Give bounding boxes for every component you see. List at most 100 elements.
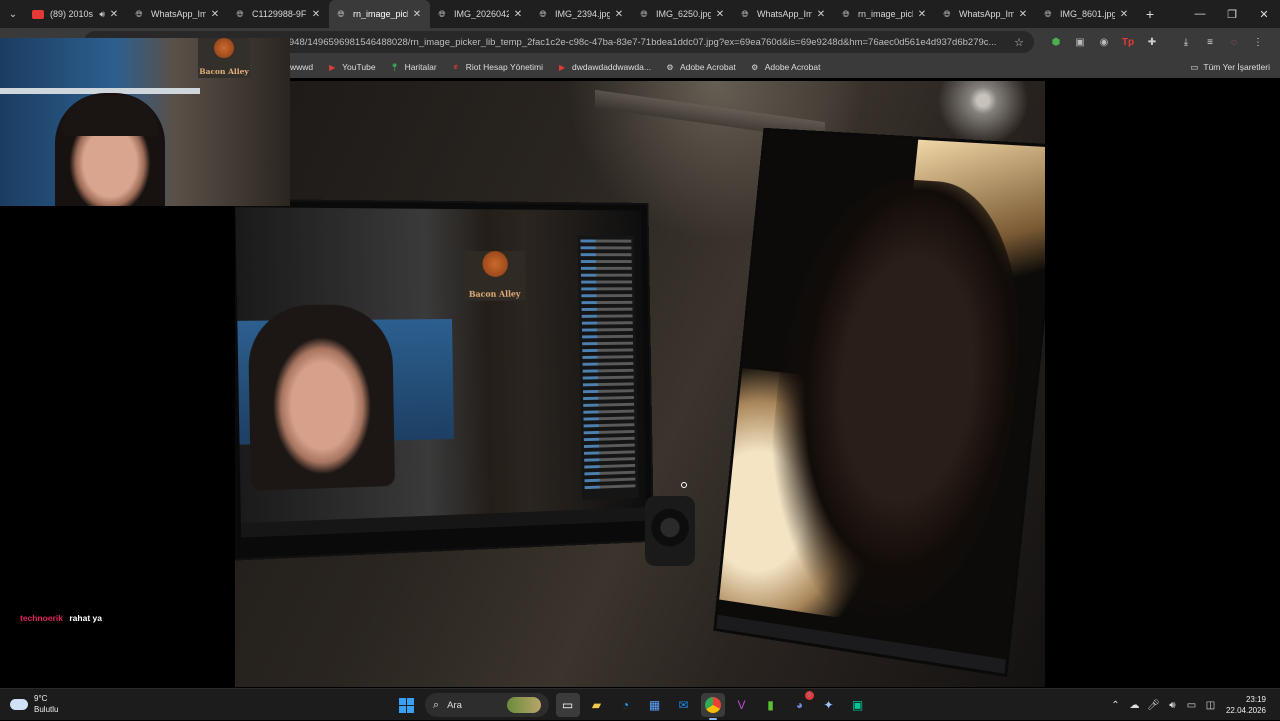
bookmark-label: dwdawdaddwawda... bbox=[572, 62, 651, 72]
notepad-plus-icon[interactable]: ▮ bbox=[759, 693, 783, 717]
display-icon[interactable]: ◫ bbox=[1201, 700, 1220, 711]
tab-title: rn_image_picke bbox=[353, 9, 408, 19]
game-launcher-icon[interactable]: ✦ bbox=[817, 693, 841, 717]
tab-search-button[interactable]: ⌄ bbox=[0, 0, 26, 28]
close-window-button[interactable]: ✕ bbox=[1248, 0, 1280, 28]
all-bookmarks-label: Tüm Yer İşaretleri bbox=[1203, 62, 1270, 72]
globe-icon: 🌐︎ bbox=[739, 8, 751, 20]
taskbar-search-label: Ara bbox=[447, 700, 462, 711]
browser-tab[interactable]: 🌐︎ WhatsApp_Ima✕ bbox=[935, 0, 1036, 28]
windows-taskbar: 9°C Bulutlu ⌕ Ara ▭ ▰ ◔ ▦ ✉ V ▮ ◕ 9 ✦ ▣ … bbox=[0, 688, 1280, 720]
webcam-overlay: Bacon Alley bbox=[0, 38, 290, 206]
folder-icon: ▭ bbox=[1190, 62, 1198, 73]
download-icon[interactable]: ⤓ bbox=[1174, 31, 1198, 53]
taskbar-search[interactable]: ⌕ Ara bbox=[425, 693, 549, 717]
tab-close-icon[interactable]: ✕ bbox=[612, 9, 626, 20]
tab-close-icon[interactable]: ✕ bbox=[1117, 9, 1131, 20]
bookmark-label: YouTube bbox=[342, 62, 375, 72]
all-bookmarks-button[interactable]: ▭ Tüm Yer İşaretleri bbox=[1190, 56, 1270, 78]
bookmark-label: Haritalar bbox=[405, 62, 437, 72]
tab-close-icon[interactable]: ✕ bbox=[1016, 9, 1030, 20]
new-tab-button[interactable]: + bbox=[1137, 6, 1163, 22]
browser-tab[interactable]: 🌐︎ rn_image_picke✕ bbox=[329, 0, 430, 28]
tab-title: WhatsApp_Ima bbox=[959, 9, 1014, 19]
bookmark-item[interactable]: 📍︎ Haritalar bbox=[390, 62, 437, 72]
tab-close-icon[interactable]: ✕ bbox=[915, 9, 929, 20]
browser-tab[interactable]: 🌐︎ IMG_6250.jpg ✕ bbox=[632, 0, 733, 28]
file-explorer-icon[interactable]: ▰ bbox=[585, 693, 609, 717]
browser-tab[interactable]: 🌐︎ WhatsApp_Ima✕ bbox=[733, 0, 834, 28]
chat-message-text: rahat ya bbox=[69, 613, 102, 623]
tab-close-icon[interactable]: ✕ bbox=[208, 9, 222, 20]
bookmark-item[interactable]: wwwd bbox=[290, 62, 313, 72]
tab-close-icon[interactable]: ✕ bbox=[107, 9, 121, 20]
alien-wallpaper bbox=[756, 172, 1036, 636]
browser-tab[interactable]: 🌐︎ rn_image_picke✕ bbox=[834, 0, 935, 28]
reading-list-icon[interactable]: ≡ bbox=[1198, 31, 1222, 53]
bookmark-item[interactable]: ⚙ Adobe Acrobat bbox=[750, 62, 821, 72]
bookmark-item[interactable]: ✊︎ Riot Hesap Yönetimi bbox=[451, 62, 543, 72]
tab-title: C1129988-9FB bbox=[252, 9, 307, 19]
system-clock[interactable]: 23:19 22.04.2026 bbox=[1226, 694, 1266, 716]
browser-tab[interactable]: 🌐︎ C1129988-9FB ✕ bbox=[228, 0, 329, 28]
displayed-photo[interactable]: Bacon Alley bbox=[235, 81, 1045, 687]
task-view-icon[interactable]: ▭ bbox=[556, 693, 580, 717]
chat-username: technoerik bbox=[20, 613, 63, 623]
profile-icon[interactable]: ◌ bbox=[1222, 31, 1246, 53]
browser-tab[interactable]: 🌐︎ IMG_8601.jpg ✕ bbox=[1036, 0, 1137, 28]
browser-tab[interactable]: (89) 2010s 🔊︎ ✕ bbox=[26, 0, 127, 28]
discord-badge: 9 bbox=[805, 691, 814, 700]
microphone-icon[interactable]: 🎤︎ bbox=[1144, 700, 1163, 711]
browser-tab[interactable]: 🌐︎ IMG_20260422✕ bbox=[430, 0, 531, 28]
bacon-alley-logo: Bacon Alley bbox=[463, 251, 526, 301]
edge-icon[interactable]: ◔ bbox=[614, 693, 638, 717]
weather-widget[interactable]: 9°C Bulutlu bbox=[10, 693, 58, 715]
tab-close-icon[interactable]: ✕ bbox=[814, 9, 828, 20]
onedrive-icon[interactable]: ☁ bbox=[1125, 700, 1144, 711]
globe-icon: 🌐︎ bbox=[335, 8, 347, 20]
bookmark-item[interactable]: ▶ YouTube bbox=[327, 62, 375, 72]
youtube-icon: ▶ bbox=[327, 62, 337, 72]
globe-icon: 🌐︎ bbox=[1042, 8, 1054, 20]
menu-kebab-icon[interactable]: ⋮ bbox=[1246, 31, 1270, 53]
tab-title: (89) 2010s bbox=[50, 9, 96, 19]
tray-overflow-icon[interactable]: ⌃ bbox=[1106, 700, 1125, 711]
browser-tab[interactable]: 🌐︎ WhatsApp_Ima✕ bbox=[127, 0, 228, 28]
outlook-icon[interactable]: ✉ bbox=[672, 693, 696, 717]
discord-icon[interactable]: ◕ 9 bbox=[788, 693, 812, 717]
start-button[interactable] bbox=[395, 693, 419, 717]
restore-button[interactable]: ❐ bbox=[1216, 0, 1248, 28]
mouse-cursor bbox=[681, 482, 687, 488]
vegas-icon[interactable]: V bbox=[730, 693, 754, 717]
bookmark-label: Adobe Acrobat bbox=[680, 62, 736, 72]
speaker-volume-icon[interactable]: 🔊︎ bbox=[1163, 700, 1182, 711]
tp-extension-icon[interactable]: Tp bbox=[1116, 31, 1140, 53]
browser-tab[interactable]: 🌐︎ IMG_2394.jpg ✕ bbox=[531, 0, 632, 28]
ublock-extension-icon[interactable]: ◉ bbox=[1092, 31, 1116, 53]
extensions-puzzle-icon[interactable]: ✚ bbox=[1140, 31, 1164, 53]
tab-audio-icon[interactable]: 🔊︎ bbox=[99, 9, 105, 20]
bookmark-star-icon[interactable]: ☆ bbox=[1014, 36, 1024, 49]
bookmark-item[interactable]: ⚙ Adobe Acrobat bbox=[665, 62, 736, 72]
tab-close-icon[interactable]: ✕ bbox=[511, 9, 525, 20]
chandelier bbox=[923, 81, 1043, 146]
weather-desc: Bulutlu bbox=[34, 704, 58, 715]
left-monitor-taskbar bbox=[241, 507, 646, 537]
webcam-headphones bbox=[62, 96, 158, 136]
bookmark-item[interactable]: ▶ dwdawdaddwawda... bbox=[557, 62, 651, 72]
extension-icon[interactable]: ▣ bbox=[1068, 31, 1092, 53]
tab-title: WhatsApp_Ima bbox=[757, 9, 812, 19]
window-controls: — ❐ ✕ bbox=[1184, 0, 1280, 28]
tab-close-icon[interactable]: ✕ bbox=[713, 9, 727, 20]
minimize-button[interactable]: — bbox=[1184, 0, 1216, 28]
bookmark-label: wwwd bbox=[290, 62, 313, 72]
network-icon[interactable]: ▭ bbox=[1182, 700, 1201, 711]
chrome-icon[interactable] bbox=[701, 693, 725, 717]
ms-store-icon[interactable]: ▦ bbox=[643, 693, 667, 717]
tab-close-icon[interactable]: ✕ bbox=[410, 9, 424, 20]
shield-extension-icon[interactable]: ⬢ bbox=[1044, 31, 1068, 53]
globe-icon: 🌐︎ bbox=[537, 8, 549, 20]
whatsapp-icon[interactable]: ▣ bbox=[846, 693, 870, 717]
tab-close-icon[interactable]: ✕ bbox=[309, 9, 323, 20]
globe-icon: 🌐︎ bbox=[234, 8, 246, 20]
